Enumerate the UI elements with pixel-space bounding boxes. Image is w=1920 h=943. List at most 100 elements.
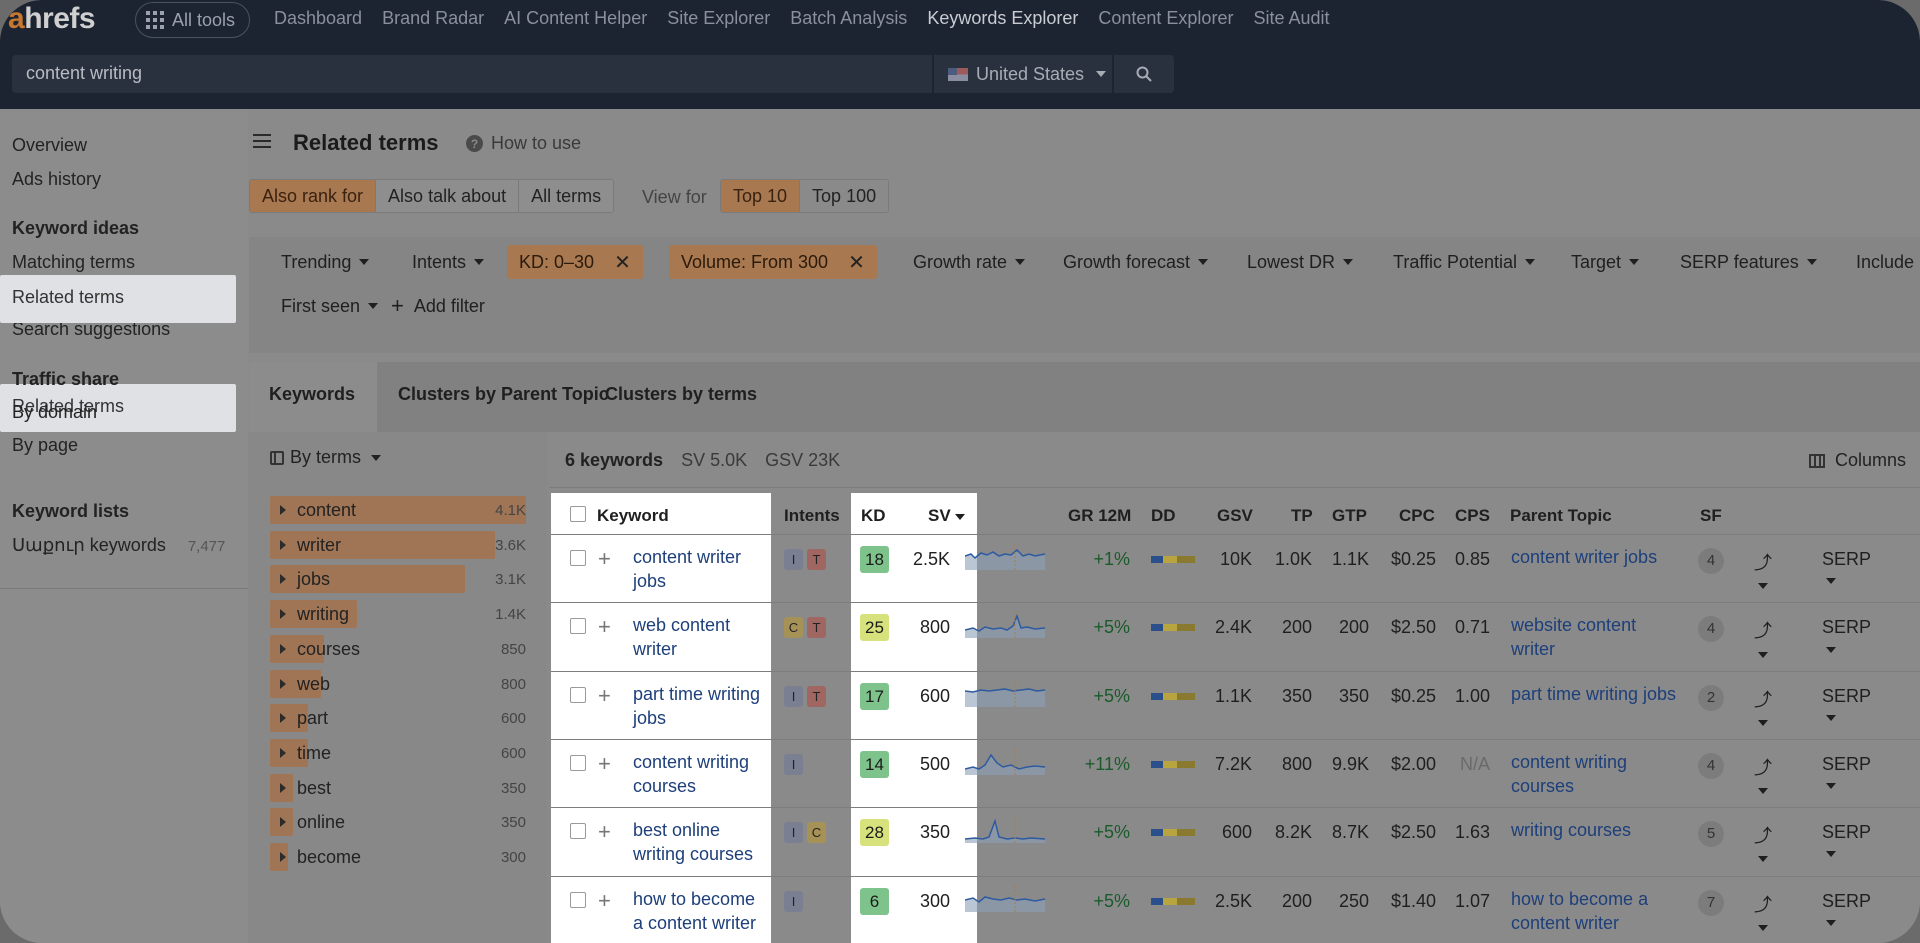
row-checkbox[interactable] — [570, 891, 586, 908]
tab-keywords[interactable]: Keywords — [269, 384, 355, 405]
nav-keywords-explorer[interactable]: Keywords Explorer — [927, 8, 1078, 29]
sf-cell[interactable]: 4 — [1698, 752, 1724, 779]
row-checkbox[interactable] — [570, 686, 586, 703]
columns-button[interactable]: Columns — [1808, 450, 1906, 471]
filter-growth-forecast[interactable]: Growth forecast — [1063, 245, 1209, 279]
by-terms-dropdown[interactable]: By terms — [270, 447, 382, 468]
close-icon[interactable]: ✕ — [614, 250, 631, 275]
parent-topic-link[interactable]: content writer jobs — [1511, 545, 1691, 569]
country-select[interactable]: United States — [934, 55, 1112, 93]
header-parent-topic[interactable]: Parent Topic — [1510, 506, 1612, 526]
filter-intents[interactable]: Intents — [412, 245, 485, 279]
table-row[interactable]: + how to become a content writer I 6 300 +5% 2.… — [0, 882, 1871, 943]
parent-topic-link[interactable]: writing courses — [1511, 818, 1691, 842]
table-row[interactable]: + best online writing courses I C 28 350 +5% 600… — [0, 813, 1871, 881]
ahrefs-logo[interactable]: ahrefs — [8, 2, 96, 36]
serp-button[interactable]: SERP — [1822, 549, 1871, 591]
add-to-list-icon[interactable]: + — [598, 752, 611, 774]
sidebar-item-related-terms-highlight[interactable]: Related terms — [0, 275, 236, 323]
header-keyword[interactable]: Keyword — [597, 506, 669, 526]
header-tp[interactable]: TP — [1291, 506, 1313, 526]
keyword-link[interactable]: content writer jobs — [633, 545, 773, 593]
header-checkbox[interactable] — [570, 506, 586, 522]
sidebar-item-by-page[interactable]: By page — [12, 435, 78, 456]
row-checkbox[interactable] — [570, 618, 586, 635]
filter-kd-chip[interactable]: KD: 0–30 ✕ — [507, 245, 643, 279]
close-icon[interactable]: ✕ — [848, 250, 865, 275]
all-tools-button[interactable]: All tools — [135, 2, 251, 38]
tab-clusters-terms[interactable]: Clusters by terms — [605, 384, 757, 405]
table-row[interactable]: + content writing courses I 14 500 +11% 7.2K 800… — [0, 745, 1871, 813]
header-sf[interactable]: SF — [1700, 506, 1722, 526]
header-cpc[interactable]: CPC — [1399, 506, 1435, 526]
header-cps[interactable]: CPS — [1455, 506, 1490, 526]
header-gtp[interactable]: GTP — [1332, 506, 1367, 526]
keyword-search-input[interactable]: content writing — [12, 55, 932, 93]
term-row[interactable]: content 4.1K — [270, 496, 526, 524]
row-checkbox[interactable] — [570, 754, 586, 771]
keyword-link[interactable]: best online writing courses — [633, 818, 773, 866]
search-button[interactable] — [1114, 55, 1174, 93]
expand-arrow-icon[interactable] — [280, 505, 286, 515]
header-sv[interactable]: SV — [928, 506, 965, 526]
mode-also-talk-about[interactable]: Also talk about — [376, 180, 520, 212]
nav-brand-radar[interactable]: Brand Radar — [382, 8, 484, 29]
add-to-list-icon[interactable]: + — [598, 684, 611, 706]
top-100-option[interactable]: Top 100 — [800, 180, 888, 212]
menu-icon[interactable] — [253, 134, 271, 148]
add-to-list-icon[interactable]: + — [598, 548, 611, 570]
sf-cell[interactable]: 5 — [1698, 821, 1724, 848]
mode-also-rank-for[interactable]: Also rank for — [250, 180, 377, 212]
row-checkbox[interactable] — [570, 823, 586, 840]
serp-button[interactable]: SERP — [1822, 686, 1871, 728]
nav-content-explorer[interactable]: Content Explorer — [1098, 8, 1233, 29]
nav-batch-analysis[interactable]: Batch Analysis — [790, 8, 907, 29]
table-row[interactable]: + web content writer C T 25 800 +5% 2.4K 200 200 $2… — [0, 608, 1871, 676]
serp-button[interactable]: SERP — [1822, 617, 1871, 659]
filter-growth-rate[interactable]: Growth rate — [913, 245, 1026, 279]
trend-chart-button[interactable]: ⤴ — [1754, 686, 1772, 733]
add-to-list-icon[interactable]: + — [598, 616, 611, 638]
nav-site-explorer[interactable]: Site Explorer — [667, 8, 770, 29]
sf-cell[interactable]: 7 — [1698, 889, 1724, 916]
trend-chart-button[interactable]: ⤴ — [1754, 549, 1772, 596]
parent-topic-link[interactable]: website content writer — [1511, 613, 1691, 661]
parent-topic-link[interactable]: content writing courses — [1511, 750, 1691, 798]
mode-all-terms[interactable]: All terms — [519, 180, 614, 212]
sidebar-item-matching-terms[interactable]: Matching terms — [12, 252, 135, 273]
filter-serp-features[interactable]: SERP features — [1680, 245, 1817, 279]
add-filter-button[interactable]: + Add filter — [391, 289, 485, 323]
table-row[interactable]: + part time writing jobs I T 17 600 +5% 1.1K 350 3… — [0, 677, 1871, 745]
serp-button[interactable]: SERP — [1822, 754, 1871, 796]
sf-cell[interactable]: 2 — [1698, 684, 1724, 711]
top-10-option[interactable]: Top 10 — [721, 180, 801, 212]
keyword-link[interactable]: content writing courses — [633, 750, 773, 798]
filter-first-seen[interactable]: First seen — [281, 289, 379, 323]
trend-chart-button[interactable]: ⤴ — [1754, 617, 1772, 664]
header-intents[interactable]: Intents — [784, 506, 840, 526]
parent-topic-link[interactable]: part time writing jobs — [1511, 682, 1691, 706]
header-gr12m[interactable]: GR 12M — [1068, 506, 1131, 526]
keyword-link[interactable]: how to become a content writer — [633, 887, 773, 935]
row-checkbox[interactable] — [570, 550, 586, 566]
filter-trending[interactable]: Trending — [281, 245, 370, 279]
header-gsv[interactable]: GSV — [1217, 506, 1253, 526]
sf-cell[interactable]: 4 — [1698, 548, 1724, 574]
header-dd[interactable]: DD — [1151, 506, 1176, 526]
nav-dashboard[interactable]: Dashboard — [274, 8, 362, 29]
trend-chart-button[interactable]: ⤴ — [1754, 754, 1772, 801]
add-to-list-icon[interactable]: + — [598, 889, 611, 911]
header-kd[interactable]: KD — [861, 506, 886, 526]
trend-chart-button[interactable]: ⤴ — [1754, 891, 1772, 938]
keyword-link[interactable]: web content writer — [633, 613, 773, 661]
sidebar-item-overview[interactable]: Overview — [12, 135, 87, 156]
keyword-link[interactable]: part time writing jobs — [633, 682, 773, 730]
serp-button[interactable]: SERP — [1822, 822, 1871, 864]
sidebar-item-by-domain[interactable]: By domain — [12, 402, 97, 423]
filter-traffic-potential[interactable]: Traffic Potential — [1393, 245, 1536, 279]
nav-site-audit[interactable]: Site Audit — [1253, 8, 1329, 29]
add-to-list-icon[interactable]: + — [598, 821, 611, 843]
how-to-use-link[interactable]: ? How to use — [466, 133, 581, 154]
filter-target[interactable]: Target — [1571, 245, 1640, 279]
filter-volume-chip[interactable]: Volume: From 300 ✕ — [669, 245, 877, 279]
